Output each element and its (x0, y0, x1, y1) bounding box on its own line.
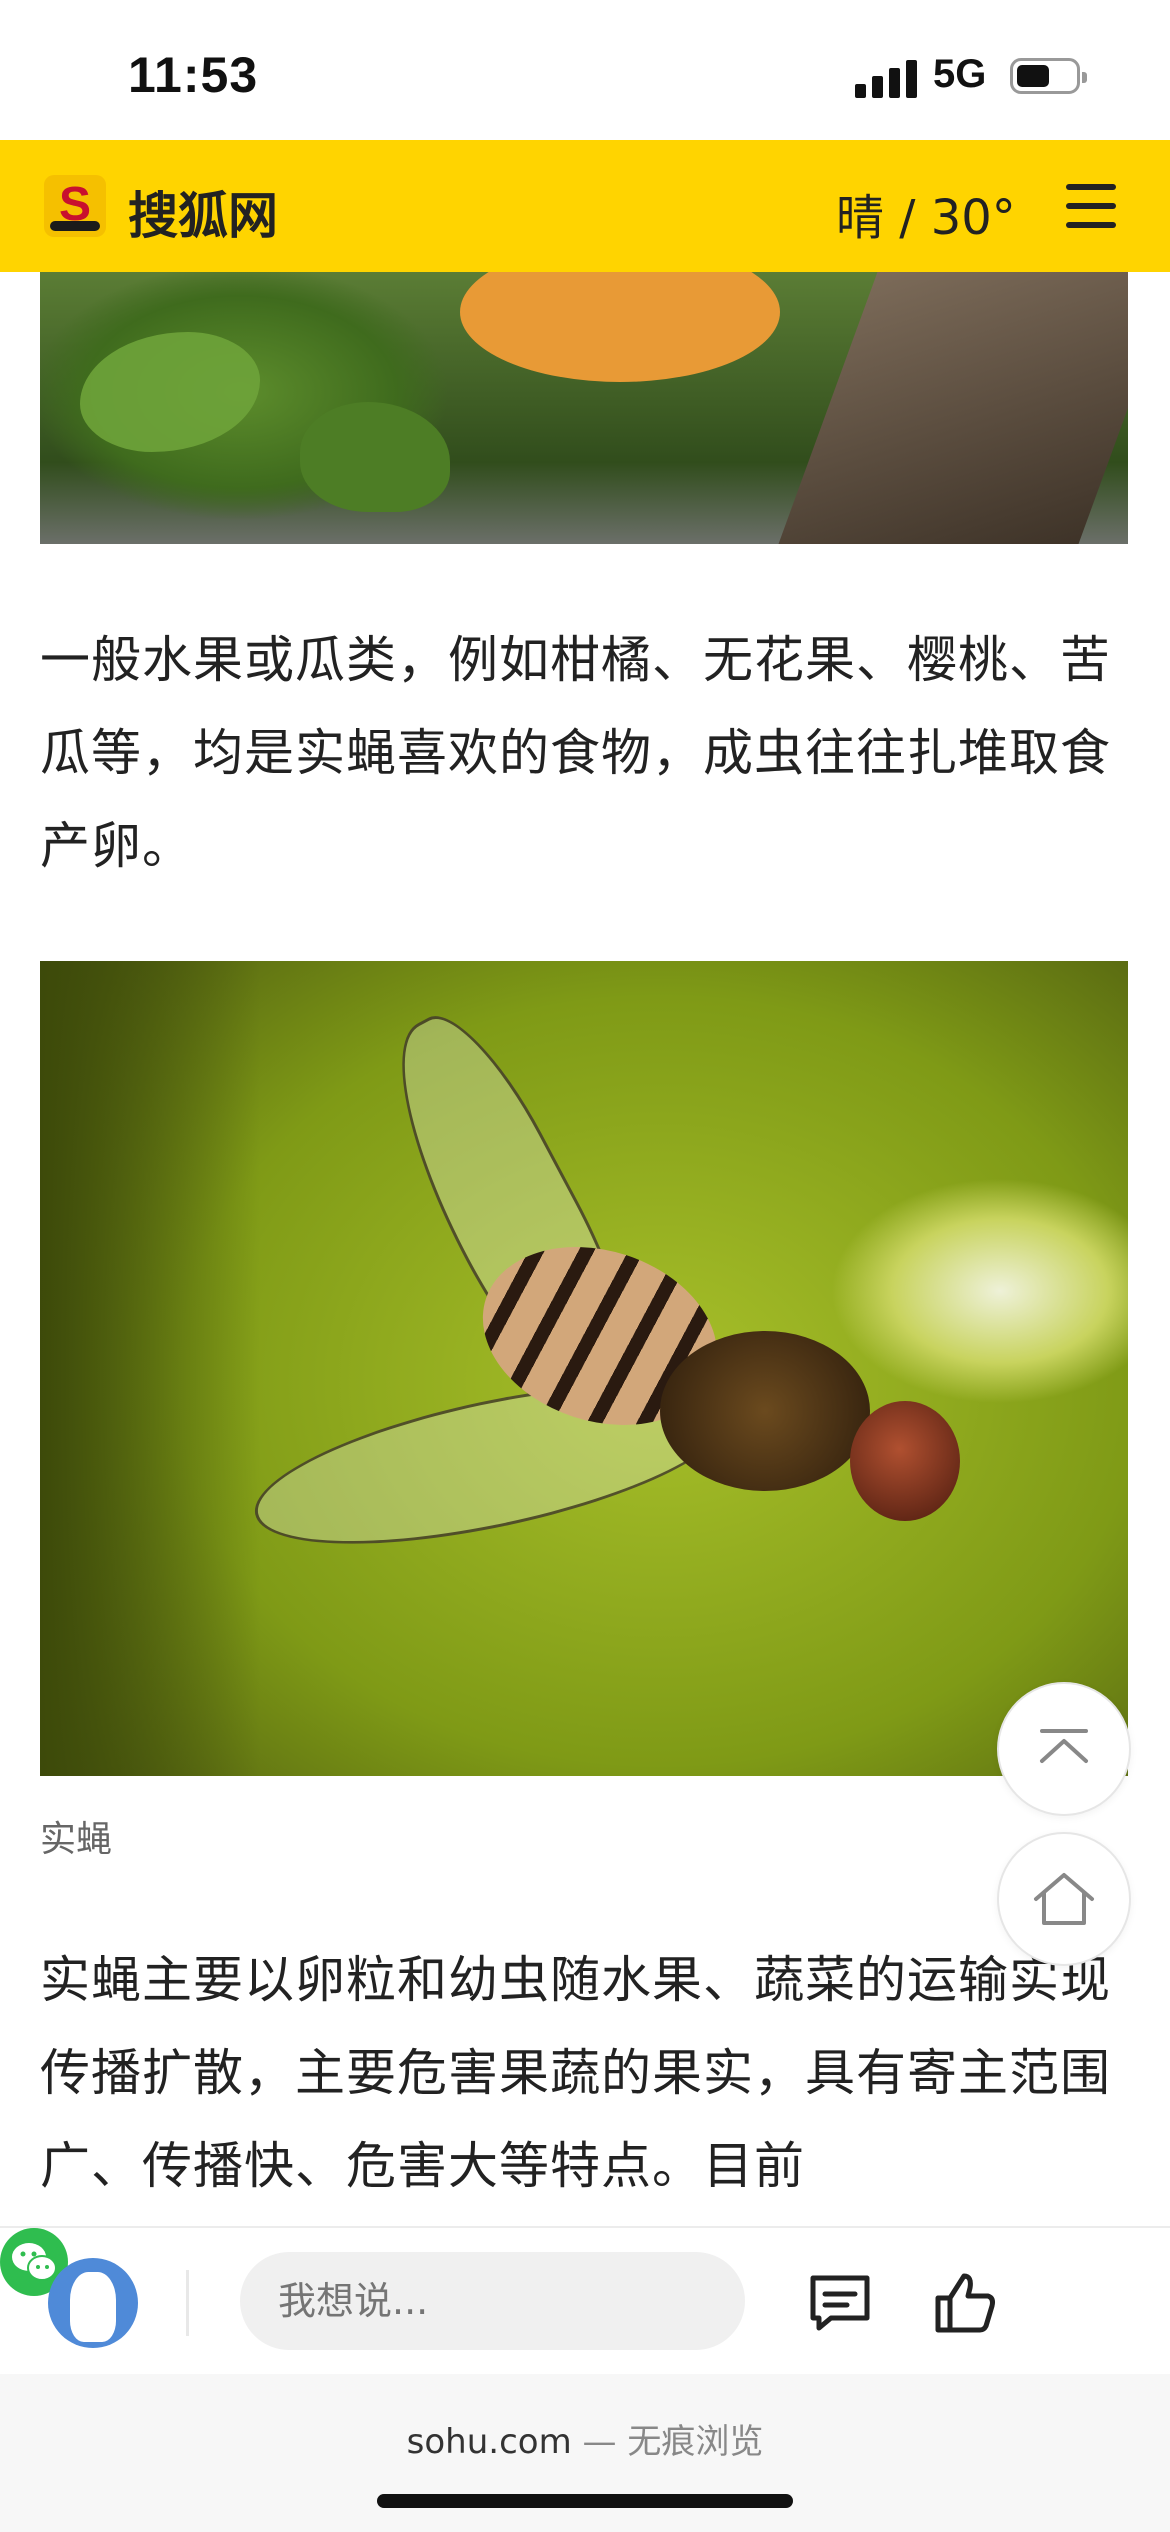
weather-label[interactable]: 晴 / 30° (836, 178, 1016, 248)
back-to-top-icon (1040, 1729, 1088, 1763)
avatar[interactable] (48, 2258, 138, 2348)
signal-icon (855, 60, 917, 98)
comment-bar (0, 2226, 1170, 2376)
browser-footer: sohu.com — 无痕浏览 (0, 2374, 1170, 2532)
address-label[interactable]: sohu.com — 无痕浏览 (0, 2414, 1170, 2463)
image-caption: 实蝇 (40, 1819, 113, 1860)
comment-icon[interactable] (805, 2268, 875, 2338)
back-to-top-button[interactable] (997, 1682, 1131, 1816)
domain-label: sohu.com (406, 2422, 572, 2462)
network-label: 5G (933, 52, 987, 96)
home-button[interactable] (997, 1832, 1131, 1966)
home-icon (1034, 1873, 1094, 1925)
battery-icon (1010, 58, 1087, 94)
article-paragraph: 一般水果或瓜类，例如柑橘、无花果、樱桃、苦瓜等，均是实蝇喜欢的食物，成虫往往扎堆… (40, 631, 1111, 875)
status-time: 11:53 (128, 47, 259, 103)
divider (186, 2270, 189, 2336)
comment-input[interactable] (240, 2252, 745, 2350)
like-icon[interactable] (930, 2268, 1000, 2338)
status-bar: 11:53 5G (0, 0, 1170, 140)
site-header: S 搜狐网 晴 / 30° (0, 140, 1170, 272)
separator: — (571, 2422, 628, 2462)
private-mode-label: 无痕浏览 (627, 2422, 764, 2462)
home-indicator[interactable] (377, 2494, 793, 2508)
menu-icon[interactable] (1066, 184, 1116, 228)
article-image-vine (40, 272, 1128, 544)
site-name[interactable]: 搜狐网 (128, 176, 278, 248)
sohu-logo[interactable]: S (44, 175, 106, 237)
article-image-fruit-fly[interactable] (40, 961, 1128, 1776)
article-paragraph: 实蝇主要以卵粒和幼虫随水果、蔬菜的运输实现传播扩散，主要危害果蔬的果实，具有寄主… (40, 1951, 1111, 2195)
